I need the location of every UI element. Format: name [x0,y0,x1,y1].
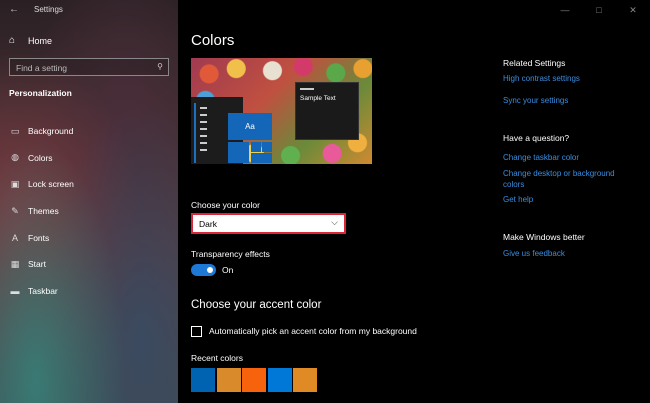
sidebar-item-colors[interactable]: ◍ Colors [9,145,74,172]
link-get-help[interactable]: Get help [503,194,638,205]
search-placeholder: Find a setting [16,63,68,73]
sidebar-home[interactable]: ⌂ Home [9,35,52,46]
make-windows-better-heading: Make Windows better [503,232,585,242]
window-title: Settings [34,5,63,14]
sidebar-item-taskbar[interactable]: ▬ Taskbar [9,278,74,305]
question-heading: Have a question? [503,133,570,143]
theme-preview: Aa Sample Text [191,58,372,164]
font-icon: A [11,232,18,243]
recent-color-swatch[interactable] [267,368,292,392]
recent-colors-label: Recent colors [191,353,243,363]
brush-icon: ✎ [11,205,19,216]
recent-color-swatch[interactable] [293,368,317,392]
sidebar-item-label: Start [28,259,46,270]
sidebar-item-themes[interactable]: ✎ Themes [9,198,74,225]
back-arrow-icon[interactable]: ← [9,4,19,15]
recent-color-swatch[interactable] [242,368,266,392]
sidebar-item-label: Taskbar [28,285,58,296]
transparency-toggle[interactable] [191,264,216,276]
preview-window: Sample Text [295,82,359,140]
chevron-down-icon: ⌵ [331,217,338,227]
related-settings-heading: Related Settings [503,58,566,68]
sidebar-item-label: Lock screen [28,179,74,190]
toggle-knob [207,267,213,273]
sidebar-item-label: Fonts [28,232,50,243]
search-input[interactable]: Find a setting ⚲ [9,58,169,76]
palette-icon: ◍ [11,152,19,163]
link-change-taskbar-color[interactable]: Change taskbar color [503,152,638,163]
sidebar-item-label: Themes [28,206,59,217]
maximize-button[interactable]: □ [582,0,616,20]
taskbar-icon: ▬ [10,285,20,296]
sidebar-item-lock-screen[interactable]: ▣ Lock screen [9,171,74,198]
transparency-label: Transparency effects [191,249,270,259]
recent-color-swatch[interactable] [216,368,241,392]
transparency-state: On [222,265,234,275]
section-title: Personalization [9,88,72,98]
sidebar-nav: ▭ Background ◍ Colors ▣ Lock screen ✎ Th… [9,118,74,304]
choose-color-value: Dark [199,219,217,229]
preview-sample-text: Sample Text [300,95,336,102]
minimize-button[interactable]: — [548,0,582,20]
sidebar-item-background[interactable]: ▭ Background [9,118,74,145]
sidebar-item-fonts[interactable]: A Fonts [9,224,74,251]
start-icon: ▦ [10,258,20,269]
choose-color-label: Choose your color [191,200,260,210]
accent-heading: Choose your accent color [191,299,322,311]
sidebar: ⌂ Home Find a setting ⚲ Personalization … [0,0,178,403]
preview-tile: Aa [228,113,272,140]
auto-accent-checkbox[interactable] [191,326,202,337]
lock-screen-icon: ▣ [10,178,20,189]
title-bar: ← Settings — □ ✕ [0,0,650,22]
home-icon: ⌂ [9,35,16,46]
link-give-feedback[interactable]: Give us feedback [503,248,638,259]
recent-color-swatch[interactable] [191,368,215,392]
sidebar-item-start[interactable]: ▦ Start [9,251,74,278]
link-high-contrast[interactable]: High contrast settings [503,73,638,84]
page-title: Colors [191,32,235,49]
search-icon[interactable]: ⚲ [157,62,163,71]
link-change-desktop-colors[interactable]: Change desktop or background colors [503,168,638,190]
sidebar-item-label: Colors [28,152,53,163]
link-sync-settings[interactable]: Sync your settings [503,95,638,106]
recent-colors [191,368,319,392]
home-label: Home [28,35,53,46]
choose-color-dropdown[interactable]: Dark ⌵ [191,213,346,234]
auto-accent-label: Automatically pick an accent color from … [209,326,417,336]
picture-icon: ▭ [10,125,20,136]
sidebar-item-label: Background [28,126,74,137]
close-button[interactable]: ✕ [616,0,650,20]
window-controls: — □ ✕ [548,0,650,20]
